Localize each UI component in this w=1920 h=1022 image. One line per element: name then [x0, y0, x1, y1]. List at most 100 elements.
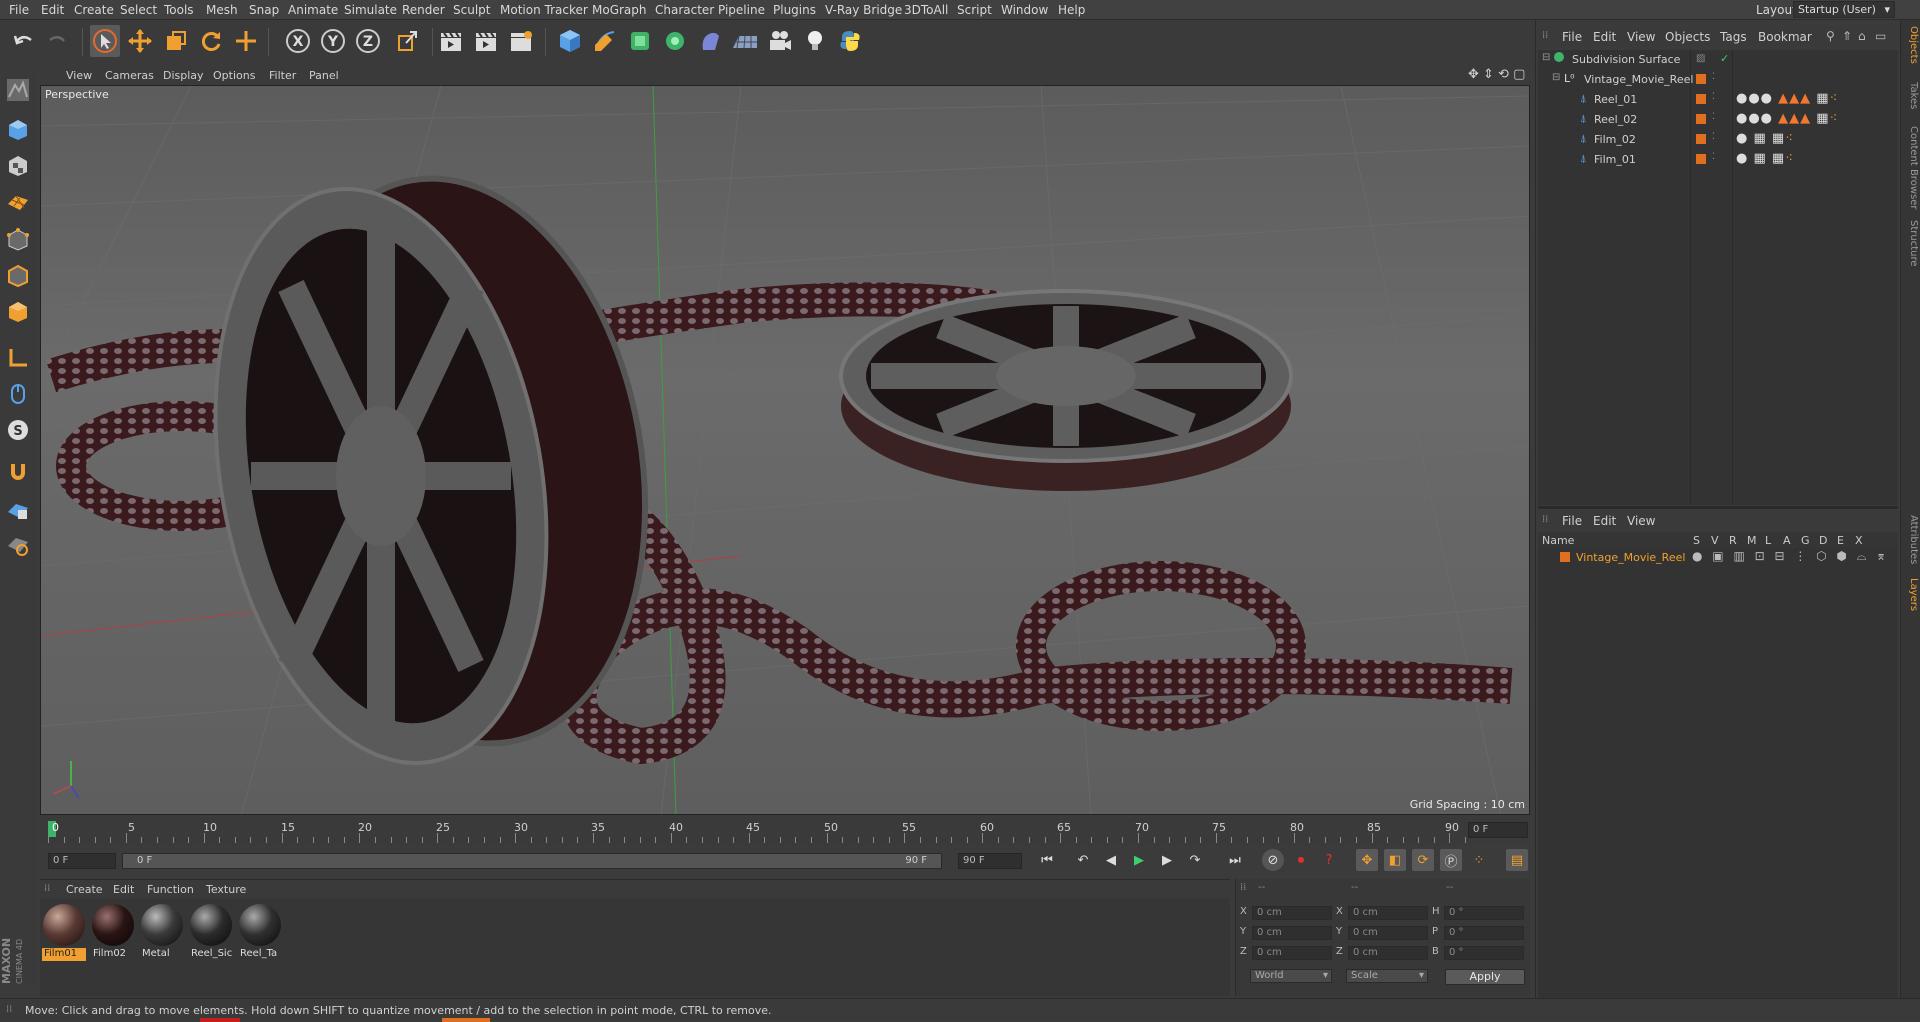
menu-motion-tracker[interactable]: Motion Tracker — [500, 3, 588, 17]
side-tab-content-browser[interactable]: Content Browser — [1903, 126, 1919, 209]
key-position-button[interactable]: ✥ — [1356, 849, 1378, 871]
keyframe-selection-button[interactable]: ? — [1318, 849, 1340, 871]
size-x-field[interactable]: 0 cm — [1348, 906, 1428, 920]
transform-tool-button[interactable] — [231, 25, 261, 57]
menu-mesh[interactable]: Mesh — [206, 3, 238, 17]
layer-toggle-icons[interactable]: ● ▣ ▥ ⊡ ⊟ ⋮ ⬡ ⬢ ⌓ ⌆ — [1692, 549, 1889, 564]
record-keys-button[interactable]: ⊘ — [1262, 849, 1284, 871]
layer-menu-file[interactable]: File — [1562, 514, 1582, 528]
menu-render[interactable]: Render — [402, 3, 445, 17]
size-mode-select[interactable]: Scale ▾ — [1346, 969, 1428, 983]
side-tab-layers[interactable]: Layers — [1903, 578, 1919, 611]
start-frame-field[interactable]: 0 F — [48, 853, 116, 869]
visibility-dots-icon[interactable]: ⁚ — [1712, 152, 1715, 162]
panel-divider[interactable] — [1538, 506, 1898, 509]
workplane-lock-button[interactable] — [4, 532, 32, 560]
key-parameter-button[interactable]: Ⓟ — [1440, 849, 1462, 871]
side-tab-takes[interactable]: Takes — [1903, 82, 1919, 109]
layer-row[interactable]: Vintage_Movie_Reel ● ▣ ▥ ⊡ ⊟ ⋮ ⬡ ⬢ ⌓ ⌆ — [1538, 548, 1898, 567]
menu-mograph[interactable]: MoGraph — [592, 3, 647, 17]
visibility-dots-icon[interactable]: ⁚ — [1712, 112, 1715, 122]
size-z-field[interactable]: 0 cm — [1348, 946, 1428, 960]
next-frame-button[interactable]: ▶ — [1156, 849, 1178, 871]
deformer-button[interactable] — [695, 25, 725, 57]
menu-script[interactable]: Script — [957, 3, 992, 17]
render-view-button[interactable] — [436, 25, 466, 57]
tweak-mode-button[interactable] — [4, 380, 32, 408]
side-tab-objects[interactable]: Objects — [1903, 26, 1919, 64]
layer-color-swatch[interactable] — [1696, 94, 1706, 104]
collapse-icon[interactable]: ⊟ — [1552, 72, 1560, 83]
search-icon[interactable]: ⚲ — [1826, 29, 1835, 43]
visibility-dots-icon[interactable]: ⁚ — [1712, 132, 1715, 142]
material-tags[interactable]: ●●● ▲▲▲ ▦⁖ — [1736, 91, 1838, 106]
timeline-ruler[interactable]: 0 5 10 15 20 25 30 35 40 45 50 55 60 65 … — [40, 817, 1530, 843]
cube-button[interactable] — [555, 25, 585, 57]
pos-y-field[interactable]: 0 cm — [1252, 926, 1332, 940]
make-editable-button[interactable] — [4, 76, 32, 104]
viewport-menu-display[interactable]: Display — [163, 69, 204, 82]
undo-button[interactable] — [9, 25, 39, 57]
menu-3dtoall[interactable]: 3DToAll — [904, 3, 948, 17]
viewport-menu-panel[interactable]: Panel — [309, 69, 339, 82]
object-row[interactable]: ⍋ Film_01 ⁚ ● ▦ ▦⁖ — [1538, 150, 1898, 169]
timeline-button[interactable]: ▤ — [1506, 849, 1528, 871]
enable-axis-button[interactable] — [4, 496, 32, 524]
object-menu-tags[interactable]: Tags — [1720, 30, 1747, 44]
object-menu-bookmarks[interactable]: Bookmar — [1758, 30, 1812, 44]
viewport-camera-label[interactable]: Perspective — [45, 88, 109, 101]
current-frame-field[interactable]: 0 F — [1468, 822, 1528, 838]
key-pla-button[interactable]: ⁘ — [1468, 849, 1490, 871]
side-tab-attributes[interactable]: Attributes — [1903, 515, 1919, 564]
key-scale-button[interactable]: ◧ — [1384, 849, 1406, 871]
previous-frame-button[interactable]: ◀ — [1100, 849, 1122, 871]
rot-p-field[interactable]: 0 ° — [1444, 926, 1524, 940]
object-menu-view[interactable]: View — [1627, 30, 1655, 44]
material-swatch[interactable]: Film01 — [42, 903, 86, 961]
object-menu-file[interactable]: File — [1562, 30, 1582, 44]
redo-button[interactable] — [42, 25, 72, 57]
viewport-menu-view[interactable]: View — [66, 69, 92, 82]
pen-spline-button[interactable] — [590, 25, 620, 57]
texture-mode-button[interactable] — [4, 152, 32, 180]
material-swatch[interactable]: Reel_Ta — [238, 903, 282, 961]
floor-button[interactable] — [730, 25, 760, 57]
material-menu-function[interactable]: Function — [147, 883, 194, 896]
visibility-dots-icon[interactable]: ⁚ — [1712, 72, 1715, 82]
menu-help[interactable]: Help — [1058, 3, 1085, 17]
autokey-button[interactable]: ⏺ — [1290, 849, 1312, 871]
rot-b-field[interactable]: 0 ° — [1444, 946, 1524, 960]
move-tool-button[interactable] — [125, 25, 155, 57]
axis-mode-button[interactable] — [4, 344, 32, 372]
3d-viewport[interactable]: Perspective Grid Spacing : 10 cm — [40, 85, 1530, 815]
play-button[interactable]: ▶ — [1128, 849, 1150, 871]
visibility-dots-icon[interactable]: ⁚ — [1712, 92, 1715, 102]
subdivision-surface-button[interactable] — [625, 25, 655, 57]
material-swatch[interactable]: Metal — [140, 903, 184, 961]
viewport-nav-icons[interactable]: ✥ ⇕ ⟲ ▢ — [1468, 67, 1525, 82]
camera-button[interactable] — [765, 25, 795, 57]
menu-character[interactable]: Character — [655, 3, 714, 17]
object-row[interactable]: ⊟ Subdivision Surface ▨ ✓ — [1538, 50, 1898, 69]
object-row[interactable]: ⊟ L⁰ Vintage_Movie_Reel ⁚ — [1538, 70, 1898, 89]
menu-plugins[interactable]: Plugins — [773, 3, 816, 17]
checkmark-icon[interactable]: ✓ — [1720, 52, 1729, 65]
layer-menu-view[interactable]: View — [1627, 514, 1655, 528]
layer-color-swatch[interactable] — [1696, 134, 1706, 144]
menu-tools[interactable]: Tools — [164, 3, 194, 17]
layer-color-swatch[interactable] — [1696, 74, 1706, 84]
axis-z-button[interactable]: Z — [353, 25, 383, 57]
pos-x-field[interactable]: 0 cm — [1252, 906, 1332, 920]
material-menu-create[interactable]: Create — [66, 883, 103, 896]
menu-select[interactable]: Select — [120, 3, 157, 17]
model-mode-button[interactable] — [4, 116, 32, 144]
workplane-button[interactable] — [4, 188, 32, 216]
edge-mode-button[interactable] — [4, 262, 32, 290]
material-swatch[interactable]: Reel_Sic — [189, 903, 233, 961]
layer-menu-edit[interactable]: Edit — [1593, 514, 1616, 528]
solo-button[interactable]: S — [4, 416, 32, 444]
live-selection-button[interactable] — [90, 25, 120, 57]
menu-snap[interactable]: Snap — [249, 3, 279, 17]
material-swatch[interactable]: Film02 — [91, 903, 135, 961]
render-settings-button[interactable] — [506, 25, 536, 57]
